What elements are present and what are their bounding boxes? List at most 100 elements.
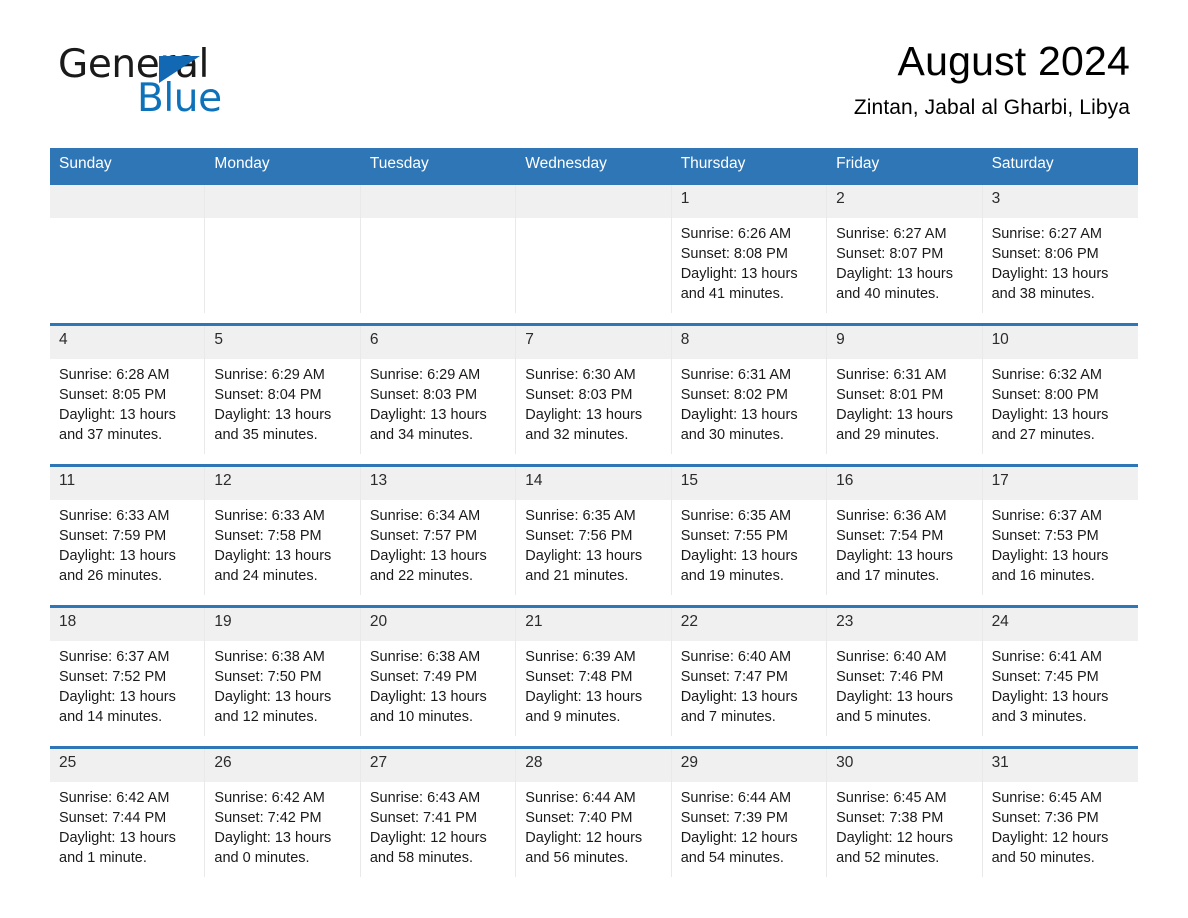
- day-number: 6: [360, 325, 516, 359]
- week-row: 1 Sunrise: 6:26 AM Sunset: 8:08 PM Daylight…: [50, 181, 1138, 313]
- sunrise-text: Sunrise: 6:28 AM: [59, 366, 170, 383]
- day-details: Sunrise: 6:33 AM Sunset: 7:59 PM Daylight:…: [50, 500, 204, 587]
- day-cell[interactable]: 3 Sunrise: 6:27 AM Sunset: 8:06 PM Daylight…: [982, 184, 1138, 313]
- day-cell[interactable]: 17 Sunrise: 6:37 AM Sunset: 7:53 PM Dayligh…: [982, 466, 1138, 595]
- day-cell[interactable]: 5 Sunrise: 6:29 AM Sunset: 8:04 PM Daylight…: [205, 325, 361, 454]
- day-cell[interactable]: 14 Sunrise: 6:35 AM Sunset: 7:56 PM Dayligh…: [516, 466, 672, 595]
- day-cell[interactable]: 4 Sunrise: 6:28 AM Sunset: 8:05 PM Daylight…: [50, 325, 206, 454]
- sunrise-text: Sunrise: 6:27 AM: [991, 225, 1102, 242]
- sunset-text: Sunset: 7:49 PM: [369, 668, 478, 685]
- sunset-text: Sunset: 8:03 PM: [369, 386, 478, 403]
- daylight-text: Daylight: 13 hours and 1 minute.: [59, 830, 176, 867]
- day-cell[interactable]: 27 Sunrise: 6:43 AM Sunset: 7:41 PM Dayligh…: [360, 748, 517, 877]
- day-cell-empty: [50, 184, 206, 313]
- day-number: 29: [671, 748, 827, 782]
- day-cell[interactable]: 12 Sunrise: 6:33 AM Sunset: 7:58 PM Dayligh…: [205, 466, 361, 595]
- sunset-text: Sunset: 8:07 PM: [836, 245, 944, 262]
- weekday-header-tuesday: Tuesday: [369, 155, 429, 172]
- day-cell[interactable]: 25 Sunrise: 6:42 AM Sunset: 7:44 PM Dayligh…: [50, 748, 206, 877]
- day-number: [360, 184, 516, 218]
- daylight-text: Daylight: 13 hours and 0 minutes.: [214, 830, 332, 867]
- sunset-text: Sunset: 7:59 PM: [59, 527, 167, 544]
- sunrise-text: Sunrise: 6:44 AM: [680, 789, 792, 806]
- day-cell[interactable]: 23 Sunrise: 6:40 AM Sunset: 7:46 PM Dayligh…: [827, 607, 983, 736]
- day-details: Sunrise: 6:34 AM Sunset: 7:57 PM Daylight:…: [361, 500, 515, 587]
- calendar-weeks: 1 Sunrise: 6:26 AM Sunset: 8:08 PM Daylight…: [50, 181, 1138, 877]
- sunset-text: Sunset: 8:00 PM: [991, 386, 1099, 403]
- day-number: 16: [827, 466, 982, 500]
- daylight-text: Daylight: 12 hours and 56 minutes.: [525, 830, 643, 867]
- day-details: Sunrise: 6:29 AM Sunset: 8:04 PM Daylight:…: [205, 359, 359, 446]
- day-details: Sunrise: 6:29 AM Sunset: 8:03 PM Daylight:…: [361, 359, 515, 446]
- day-cell[interactable]: 29 Sunrise: 6:44 AM Sunset: 7:39 PM Dayligh…: [671, 748, 828, 877]
- daylight-text: Daylight: 13 hours and 34 minutes.: [369, 407, 487, 444]
- day-cell[interactable]: 7 Sunrise: 6:30 AM Sunset: 8:03 PM Daylight…: [516, 325, 672, 454]
- day-cell[interactable]: 13 Sunrise: 6:34 AM Sunset: 7:57 PM Dayligh…: [360, 466, 517, 595]
- day-number: 18: [50, 607, 205, 641]
- day-cell[interactable]: 2 Sunrise: 6:27 AM Sunset: 8:07 PM Daylight…: [827, 184, 983, 313]
- day-details: Sunrise: 6:31 AM Sunset: 8:02 PM Daylight:…: [672, 359, 826, 446]
- day-number: 3: [982, 184, 1138, 218]
- day-cell[interactable]: 22 Sunrise: 6:40 AM Sunset: 7:47 PM Dayligh…: [671, 607, 828, 736]
- day-number: 25: [50, 748, 205, 782]
- day-number: 28: [516, 748, 671, 782]
- day-number: 27: [360, 748, 516, 782]
- day-number: 11: [50, 466, 205, 500]
- weekday-header-sunday: Sunday: [59, 155, 112, 172]
- sunrise-text: Sunrise: 6:35 AM: [525, 507, 636, 524]
- sunrise-text: Sunrise: 6:45 AM: [991, 789, 1102, 806]
- day-number: 4: [50, 325, 205, 359]
- day-cell[interactable]: 18 Sunrise: 6:37 AM Sunset: 7:52 PM Dayligh…: [50, 607, 206, 736]
- day-details: Sunrise: 6:44 AM Sunset: 7:39 PM Daylight:…: [672, 782, 826, 869]
- day-number: 15: [671, 466, 827, 500]
- day-details: Sunrise: 6:44 AM Sunset: 7:40 PM Daylight:…: [516, 782, 670, 869]
- daylight-text: Daylight: 13 hours and 12 minutes.: [214, 689, 332, 726]
- sunrise-text: Sunrise: 6:38 AM: [369, 648, 481, 665]
- day-details: Sunrise: 6:35 AM Sunset: 7:56 PM Daylight:…: [516, 500, 670, 587]
- page-masthead: General Blue August 2024 Zintan, Jabal a…: [50, 0, 1138, 148]
- generalblue-logo[interactable]: General Blue: [58, 42, 328, 124]
- weekday-header-friday: Friday: [836, 155, 880, 172]
- sunset-text: Sunset: 7:53 PM: [991, 527, 1099, 544]
- day-cell[interactable]: 24 Sunrise: 6:41 AM Sunset: 7:45 PM Dayligh…: [982, 607, 1138, 736]
- day-cell[interactable]: 6 Sunrise: 6:29 AM Sunset: 8:03 PM Daylight…: [360, 325, 517, 454]
- day-cell[interactable]: 16 Sunrise: 6:36 AM Sunset: 7:54 PM Dayligh…: [827, 466, 983, 595]
- day-cell[interactable]: 31 Sunrise: 6:45 AM Sunset: 7:36 PM Dayligh…: [982, 748, 1138, 877]
- day-number: 30: [827, 748, 982, 782]
- day-cell[interactable]: 28 Sunrise: 6:44 AM Sunset: 7:40 PM Dayligh…: [516, 748, 672, 877]
- sunset-text: Sunset: 7:36 PM: [991, 809, 1099, 826]
- daylight-text: Daylight: 13 hours and 10 minutes.: [369, 689, 487, 726]
- day-cell[interactable]: 20 Sunrise: 6:38 AM Sunset: 7:49 PM Dayligh…: [360, 607, 517, 736]
- day-cell-empty: [360, 184, 517, 313]
- sunset-text: Sunset: 7:40 PM: [525, 809, 633, 826]
- sunset-text: Sunset: 8:03 PM: [525, 386, 633, 403]
- sunset-text: Sunset: 8:08 PM: [680, 245, 788, 262]
- day-cell[interactable]: 10 Sunrise: 6:32 AM Sunset: 8:00 PM Dayligh…: [982, 325, 1138, 454]
- day-cell[interactable]: 15 Sunrise: 6:35 AM Sunset: 7:55 PM Dayligh…: [671, 466, 828, 595]
- day-details: Sunrise: 6:42 AM Sunset: 7:42 PM Daylight:…: [205, 782, 359, 869]
- day-cell[interactable]: 26 Sunrise: 6:42 AM Sunset: 7:42 PM Dayligh…: [205, 748, 361, 877]
- sunset-text: Sunset: 7:45 PM: [991, 668, 1099, 685]
- day-details: Sunrise: 6:26 AM Sunset: 8:08 PM Daylight:…: [672, 218, 826, 305]
- day-cell[interactable]: 9 Sunrise: 6:31 AM Sunset: 8:01 PM Daylight…: [827, 325, 983, 454]
- day-details: Sunrise: 6:37 AM Sunset: 7:53 PM Daylight:…: [983, 500, 1138, 587]
- day-cell[interactable]: 1 Sunrise: 6:26 AM Sunset: 8:08 PM Daylight…: [671, 184, 828, 313]
- daylight-text: Daylight: 13 hours and 29 minutes.: [836, 407, 954, 444]
- day-number: [205, 184, 360, 218]
- sunset-text: Sunset: 7:54 PM: [836, 527, 944, 544]
- sunset-text: Sunset: 7:44 PM: [59, 809, 167, 826]
- sunset-text: Sunset: 7:57 PM: [369, 527, 478, 544]
- day-details: Sunrise: 6:43 AM Sunset: 7:41 PM Daylight:…: [361, 782, 515, 869]
- day-number: [516, 184, 671, 218]
- day-cell[interactable]: 30 Sunrise: 6:45 AM Sunset: 7:38 PM Dayligh…: [827, 748, 983, 877]
- day-cell[interactable]: 19 Sunrise: 6:38 AM Sunset: 7:50 PM Dayligh…: [205, 607, 361, 736]
- sunrise-text: Sunrise: 6:38 AM: [214, 648, 325, 665]
- day-number: 5: [205, 325, 360, 359]
- day-cell[interactable]: 8 Sunrise: 6:31 AM Sunset: 8:02 PM Daylight…: [671, 325, 828, 454]
- weekday-header-saturday: Saturday: [991, 155, 1054, 172]
- logo-text-blue: Blue: [137, 76, 222, 121]
- day-cell[interactable]: 11 Sunrise: 6:33 AM Sunset: 7:59 PM Dayligh…: [50, 466, 206, 595]
- day-cell[interactable]: 21 Sunrise: 6:39 AM Sunset: 7:48 PM Dayligh…: [516, 607, 672, 736]
- week-row-spacer: [50, 736, 1138, 746]
- daylight-text: Daylight: 13 hours and 41 minutes.: [680, 266, 798, 303]
